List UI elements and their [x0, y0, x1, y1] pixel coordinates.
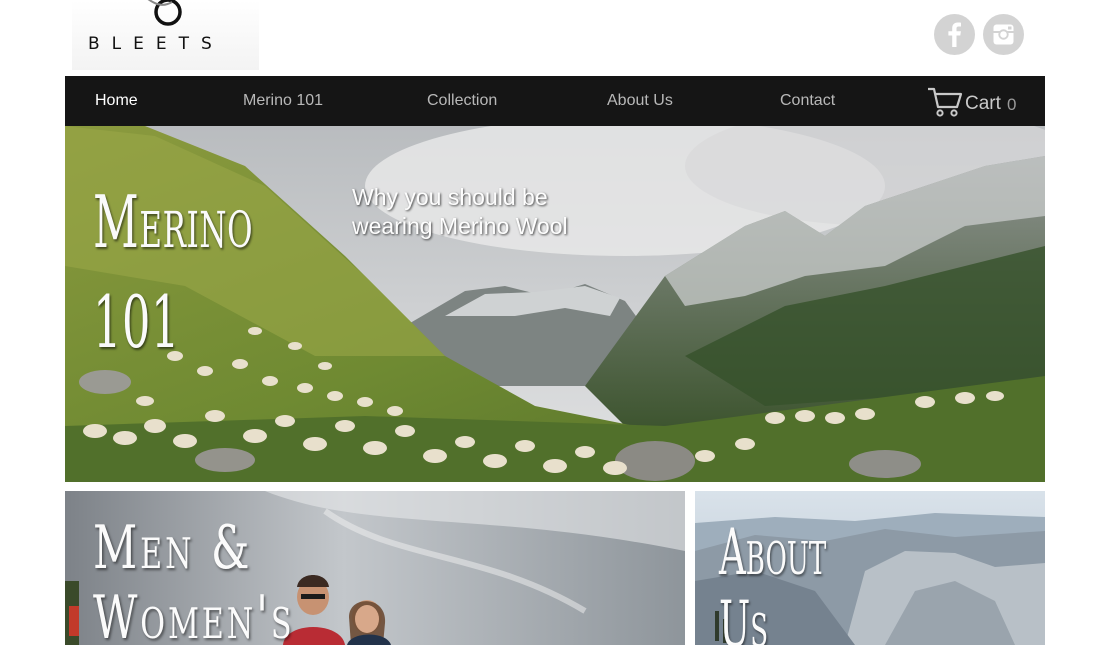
nav-item-home[interactable]: Home	[95, 76, 138, 126]
nav-item-collection[interactable]: Collection	[427, 76, 497, 126]
facebook-icon	[948, 22, 961, 47]
cart-label: Cart	[965, 93, 1001, 114]
nav-item-contact[interactable]: Contact	[780, 76, 835, 126]
hero-banner[interactable]: Merino 101 Why you should be wearing Mer…	[65, 126, 1045, 482]
logo-mark-icon	[147, 0, 182, 26]
facebook-link[interactable]	[934, 14, 975, 55]
logo-text: BLEETS	[88, 34, 224, 54]
nav-item-merino-101[interactable]: Merino 101	[243, 76, 323, 126]
instagram-link[interactable]	[983, 14, 1024, 55]
cart-count: 0	[1007, 95, 1017, 114]
cart-icon	[928, 87, 963, 117]
logo[interactable]: BLEETS	[72, 0, 259, 70]
main-nav: Home Merino 101 Collection About Us Cont…	[65, 76, 1045, 126]
hero-subtitle: Why you should be wearing Merino Wool	[352, 184, 568, 239]
about-us-card[interactable]: About Us	[695, 491, 1045, 645]
nav-item-about-us[interactable]: About Us	[607, 76, 673, 126]
men-women-title: Men & Women's	[93, 513, 295, 645]
cart-button[interactable]: Cart 0	[927, 86, 1016, 118]
hero-title: Merino 101	[93, 180, 254, 364]
men-women-card[interactable]: Men & Women's	[65, 491, 685, 645]
instagram-icon	[993, 24, 1014, 45]
about-us-title: About Us	[719, 516, 827, 645]
